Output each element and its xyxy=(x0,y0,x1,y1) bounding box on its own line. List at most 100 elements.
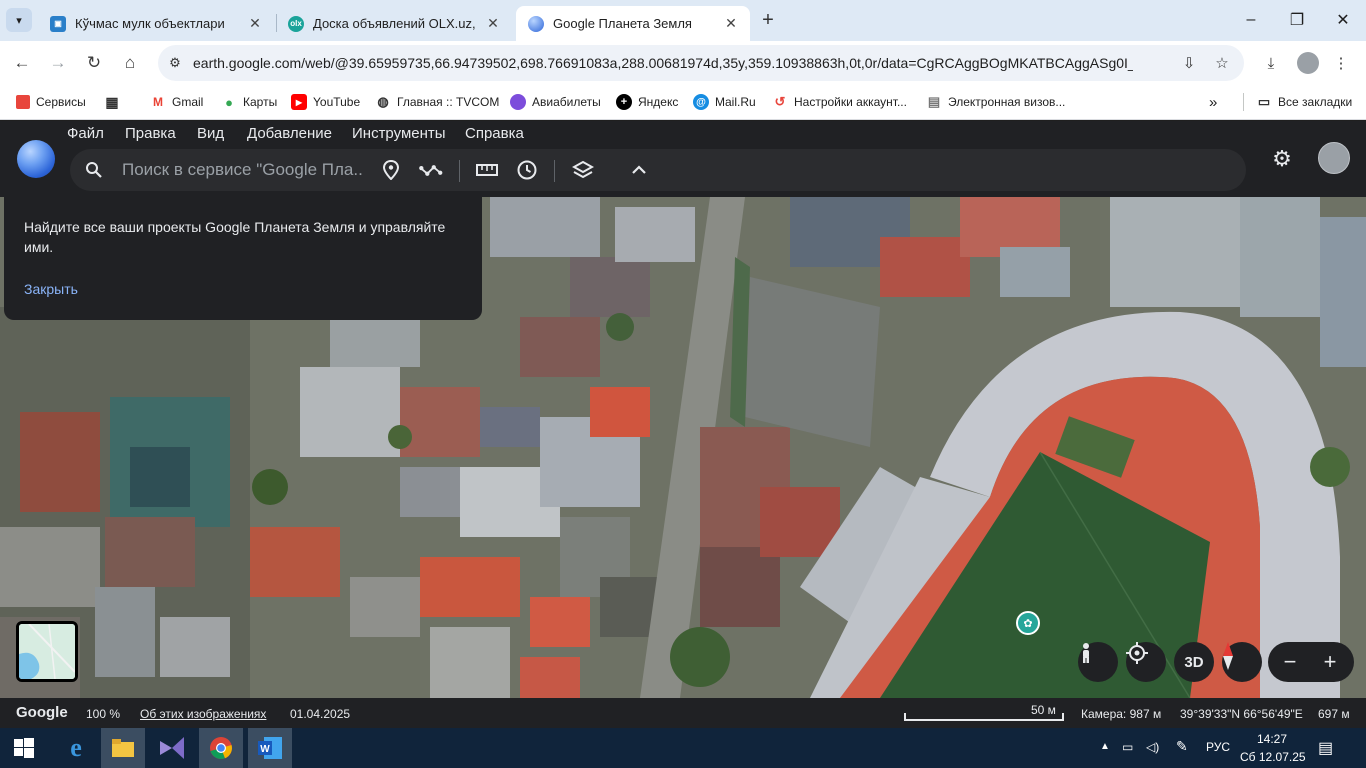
battery-icon[interactable]: ▭ xyxy=(1122,740,1133,754)
tab-kuchmas[interactable]: ▣ Кўчмас мулк объектлари ✕ xyxy=(38,6,274,41)
zoom-controls: − + xyxy=(1268,642,1354,682)
reload-icon[interactable]: ↻ xyxy=(81,50,107,76)
street-view-pegman-icon[interactable] xyxy=(1078,642,1118,682)
all-bookmarks-button[interactable]: ▭ Все закладки xyxy=(1256,92,1352,112)
tab-olx[interactable]: olx Доска объявлений OLX.uz, ра ✕ xyxy=(276,6,512,41)
globe-icon: ◍ xyxy=(377,94,389,109)
tab-search-chevron-icon[interactable]: ▾ xyxy=(6,8,32,32)
bookmark-gmail[interactable]: M Gmail xyxy=(150,92,203,112)
bookmark-maps[interactable]: ● Карты xyxy=(221,92,277,112)
chrome-menu-icon[interactable]: ⋮ xyxy=(1329,51,1353,75)
download-icon[interactable]: ⤓ xyxy=(1259,51,1283,75)
menu-add[interactable]: Добавление xyxy=(247,125,332,142)
settings-gear-icon[interactable]: ⚙ xyxy=(1270,146,1294,171)
zoom-in-plus-icon[interactable]: + xyxy=(1318,649,1342,674)
visual-studio-icon[interactable] xyxy=(150,728,194,768)
word-icon[interactable]: W xyxy=(248,728,292,768)
folder-icon: ▭ xyxy=(1257,94,1271,109)
bookmark-star-icon[interactable]: ☆ xyxy=(1212,53,1232,73)
google-earth-logo-icon[interactable] xyxy=(17,140,55,178)
restore-button[interactable]: ❐ xyxy=(1274,8,1320,32)
toolbar-divider xyxy=(554,160,555,182)
windows-start-icon[interactable] xyxy=(2,728,46,768)
menu-tools[interactable]: Инструменты xyxy=(352,125,446,142)
tab-title: Google Планета Земля xyxy=(553,16,692,31)
new-tab-button[interactable]: + xyxy=(758,9,778,31)
address-bar[interactable]: ⚙ earth.google.com/web/@39.65959735,66.9… xyxy=(158,45,1244,81)
earth-icon xyxy=(528,15,544,32)
draw-path-icon[interactable] xyxy=(419,158,443,182)
zoom-out-minus-icon[interactable]: − xyxy=(1278,649,1302,674)
minimize-button[interactable]: – xyxy=(1228,8,1274,32)
close-icon[interactable]: ✕ xyxy=(484,15,502,33)
menu-view[interactable]: Вид xyxy=(197,125,224,142)
google-logo: Google xyxy=(16,704,68,721)
close-icon[interactable]: ✕ xyxy=(246,15,264,33)
earth-header: Файл Правка Вид Добавление Инструменты С… xyxy=(0,121,1366,197)
pen-ink-icon[interactable]: ✎ xyxy=(1176,738,1188,755)
place-marker-icon[interactable]: ✿ xyxy=(1016,611,1040,635)
forward-arrow-icon[interactable]: → xyxy=(45,50,71,76)
mini-map-thumbnail[interactable] xyxy=(16,621,78,682)
tab-google-earth[interactable]: Google Планета Земля ✕ xyxy=(516,6,750,41)
volume-icon[interactable]: ◁) xyxy=(1146,740,1159,754)
bookmarks-overflow-button[interactable]: » xyxy=(1209,92,1217,112)
aviasales-icon xyxy=(510,94,526,110)
bookmark-tvcom[interactable]: ◍ Главная :: TVCOM xyxy=(375,92,499,112)
compass-icon[interactable] xyxy=(1222,642,1262,682)
yandex-icon: + xyxy=(616,94,632,110)
toggle-3d-button[interactable]: 3D xyxy=(1174,642,1214,682)
bookmark-aviasales[interactable]: Авиабилеты xyxy=(510,92,601,112)
edge-browser-icon[interactable]: e xyxy=(54,728,98,768)
projects-tip-text: Найдите все ваши проекты Google Планета … xyxy=(24,219,446,255)
earth-search-input[interactable] xyxy=(122,159,362,181)
bookmarks-divider xyxy=(1243,93,1244,111)
tray-chevron-up-icon[interactable]: ▲ xyxy=(1100,741,1110,752)
cursor-coordinates: 39°39'33"N 66°56'49"E xyxy=(1180,707,1303,721)
window-close-button[interactable]: ✕ xyxy=(1320,8,1366,32)
back-arrow-icon[interactable]: ← xyxy=(9,50,35,76)
menu-help[interactable]: Справка xyxy=(465,125,524,142)
youtube-icon: ▶ xyxy=(291,94,307,110)
map-style-layers-icon[interactable] xyxy=(571,158,595,182)
bookmark-yandex[interactable]: + Яндекс xyxy=(616,92,678,112)
url-text[interactable]: earth.google.com/web/@39.65959735,66.947… xyxy=(193,55,1133,71)
chevron-up-icon[interactable] xyxy=(627,158,651,182)
projects-tip-close-button[interactable]: Закрыть xyxy=(24,281,78,297)
menu-edit[interactable]: Правка xyxy=(125,125,176,142)
browser-toolbar: ← → ↻ ⌂ ⚙ earth.google.com/web/@39.65959… xyxy=(0,41,1366,85)
gmail-icon: M xyxy=(153,95,163,109)
about-imagery-link[interactable]: Об этих изображениях xyxy=(140,707,266,721)
historical-imagery-icon[interactable] xyxy=(515,158,539,182)
input-language[interactable]: РУС xyxy=(1206,740,1230,754)
bookmark-account-settings[interactable]: ↺ Настройки аккаунт... xyxy=(772,92,907,112)
bookmark-services[interactable]: Сервисы xyxy=(16,92,86,112)
home-icon[interactable]: ⌂ xyxy=(117,50,143,76)
scale-bar xyxy=(904,713,1064,721)
earth-account-avatar[interactable] xyxy=(1318,142,1350,174)
notifications-icon[interactable]: ▤ xyxy=(1318,738,1333,758)
maps-icon: ● xyxy=(225,94,233,110)
chrome-icon[interactable] xyxy=(199,728,243,768)
tab-strip: ▾ ▣ Кўчмас мулк объектлари ✕ olx Доска о… xyxy=(0,0,1366,41)
placemark-pin-icon[interactable] xyxy=(379,158,403,182)
clock-time[interactable]: 14:27 xyxy=(1257,732,1287,746)
my-location-crosshair-icon[interactable] xyxy=(1126,642,1166,682)
close-icon[interactable]: ✕ xyxy=(722,15,740,33)
bookmark-youtube[interactable]: ▶ YouTube xyxy=(291,92,360,112)
search-icon[interactable] xyxy=(84,160,104,180)
profile-avatar[interactable] xyxy=(1297,52,1319,74)
windows-taskbar: e W ▲ ▭ ◁) ✎ РУС 14:27 Сб 12.07.25 ▤ xyxy=(0,728,1366,768)
bookmark-apps-grid[interactable]: ▦ xyxy=(104,92,126,112)
file-explorer-icon[interactable] xyxy=(101,728,145,768)
install-app-icon[interactable]: ⇩ xyxy=(1179,53,1199,73)
site-info-icon[interactable]: ⚙ xyxy=(165,53,185,73)
bookmark-mailru[interactable]: @ Mail.Ru xyxy=(693,92,756,112)
imagery-date: 01.04.2025 xyxy=(290,707,351,721)
clock-date[interactable]: Сб 12.07.25 xyxy=(1240,750,1306,764)
olx-icon: olx xyxy=(288,15,304,32)
earth-search-bar xyxy=(70,149,1246,191)
bookmark-e-visa[interactable]: ▤ Электронная визов... xyxy=(926,92,1066,112)
menu-file[interactable]: Файл xyxy=(67,125,104,142)
ruler-icon[interactable] xyxy=(475,158,499,182)
